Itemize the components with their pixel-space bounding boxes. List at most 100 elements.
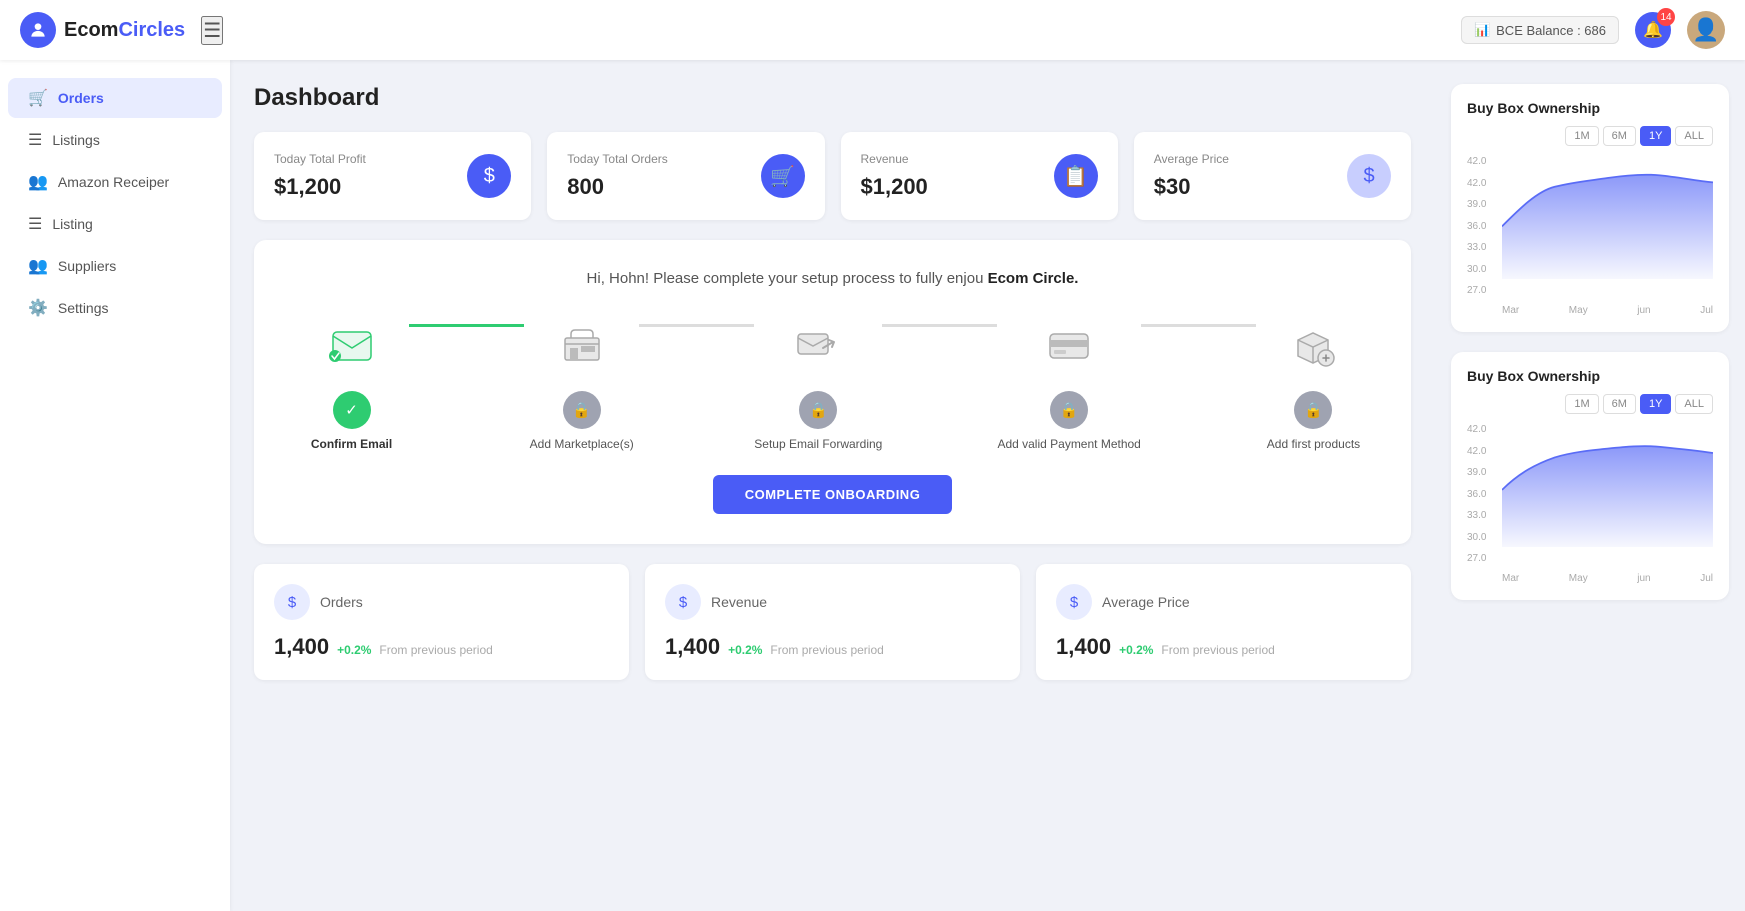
orders-dollar-icon: $ [274,584,310,620]
step-circle-locked: 🔒 [563,391,601,429]
orders-icon: 🛒 [28,88,48,108]
stat-value: $1,200 [861,174,928,200]
avgprice-dollar-icon: $ [1056,584,1092,620]
sidebar-item-listings[interactable]: ☰ Listings [8,120,222,160]
bottom-stat-number: 1,400 [274,634,329,660]
sidebar-item-label: Settings [58,300,109,316]
stat-value: $30 [1154,174,1229,200]
sidebar-item-suppliers[interactable]: 👥 Suppliers [8,246,222,286]
stat-label: Today Total Profit [274,152,366,166]
chart-title-1: Buy Box Ownership [1467,100,1713,116]
chart-svg-2 [1502,424,1713,547]
chart-filter-row-1: 1M 6M 1Y ALL [1467,126,1713,146]
bottom-stat-orders: $ Orders 1,400 +0.2% From previous perio… [254,564,629,680]
stat-card-orders: Today Total Orders 800 🛒 [547,132,824,220]
bottom-stat-name: Orders [320,594,363,610]
bottom-stat-number: 1,400 [1056,634,1111,660]
bottom-stat-avgprice: $ Average Price 1,400 +0.2% From previou… [1036,564,1411,680]
step-circle-locked: 🔒 [1294,391,1332,429]
step-email-forwarding: 🔒 Setup Email Forwarding [754,315,882,451]
sidebar-item-settings[interactable]: ⚙️ Settings [8,288,222,328]
filter2-6m-btn[interactable]: 6M [1603,394,1636,414]
filter-1m-btn[interactable]: 1M [1565,126,1598,146]
sidebar-item-label: Orders [58,90,104,106]
bottom-stat-revenue: $ Revenue 1,400 +0.2% From previous peri… [645,564,1020,680]
filter2-all-btn[interactable]: ALL [1675,394,1713,414]
step-connector-2 [639,324,754,327]
chart-x-labels-2: MarMayjunJul [1502,573,1713,584]
filter2-1m-btn[interactable]: 1M [1565,394,1598,414]
bottom-stats-row: $ Orders 1,400 +0.2% From previous perio… [254,564,1411,680]
stat-label: Average Price [1154,152,1229,166]
sidebar-item-orders[interactable]: 🛒 Orders [8,78,222,118]
sidebar-item-listing[interactable]: ☰ Listing [8,204,222,244]
notification-button[interactable]: 🔔 14 [1635,12,1671,48]
step-label: Confirm Email [311,437,392,451]
bottom-stat-name: Average Price [1102,594,1190,610]
step-payment: 🔒 Add valid Payment Method [997,315,1140,451]
bottom-stat-period: From previous period [770,643,883,657]
bottom-stat-period: From previous period [379,643,492,657]
onboarding-card: Hi, Hohn! Please complete your setup pro… [254,240,1411,544]
hamburger-button[interactable]: ☰ [201,16,223,45]
logo-brand: EcomCircles [64,19,185,42]
topnav-right: 📊 BCE Balance : 686 🔔 14 👤 [1461,11,1725,49]
chart-filter-row-2: 1M 6M 1Y ALL [1467,394,1713,414]
filter2-1y-btn[interactable]: 1Y [1640,394,1671,414]
step-connector-3 [882,324,997,327]
sidebar-item-label: Listings [52,132,99,148]
step-label: Add first products [1267,437,1360,451]
step-circle-locked: 🔒 [1050,391,1088,429]
listing-icon: ☰ [28,214,42,234]
suppliers-icon: 👥 [28,256,48,276]
logo-icon [20,12,56,48]
bottom-stat-change: +0.2% [728,643,762,657]
steps-container: ✓ Confirm Email 🔒 [294,315,1371,451]
filter-6m-btn[interactable]: 6M [1603,126,1636,146]
settings-icon: ⚙️ [28,298,48,318]
bce-balance: 📊 BCE Balance : 686 [1461,16,1619,44]
bottom-stat-number: 1,400 [665,634,720,660]
bottom-stat-change: +0.2% [337,643,371,657]
page-title: Dashboard [254,84,1411,112]
right-panel: Buy Box Ownership 1M 6M 1Y ALL 42.042.03… [1435,60,1745,911]
chart-svg-1 [1502,156,1713,279]
products-icon [1283,315,1343,375]
main-content: Dashboard Today Total Profit $1,200 $ To… [230,60,1435,911]
step-label: Add valid Payment Method [997,437,1140,451]
stat-icon-orders: 🛒 [761,154,805,198]
step-label: Setup Email Forwarding [754,437,882,451]
stat-value: $1,200 [274,174,366,200]
app-body: 🛒 Orders ☰ Listings 👥 Amazon Receiper ☰ … [0,60,1745,911]
chart-card-2: Buy Box Ownership 1M 6M 1Y ALL 42.042.03… [1451,352,1729,600]
stat-label: Today Total Orders [567,152,668,166]
step-confirm-email: ✓ Confirm Email [294,315,409,451]
bottom-stat-period: From previous period [1161,643,1274,657]
chart-title-2: Buy Box Ownership [1467,368,1713,384]
onboarding-greeting: Hi, Hohn! Please complete your setup pro… [294,270,1371,287]
top-navigation: EcomCircles ☰ 📊 BCE Balance : 686 🔔 14 👤 [0,0,1745,60]
complete-onboarding-button[interactable]: COMPLETE ONBOARDING [713,475,953,514]
step-label: Add Marketplace(s) [530,437,634,451]
revenue-dollar-icon: $ [665,584,701,620]
stat-card-revenue: Revenue $1,200 📋 [841,132,1118,220]
confirm-email-icon [322,315,382,375]
payment-icon [1039,315,1099,375]
sidebar: 🛒 Orders ☰ Listings 👥 Amazon Receiper ☰ … [0,60,230,911]
chart-y-labels-2: 42.042.039.036.033.030.027.0 [1467,424,1502,564]
chart-card-1: Buy Box Ownership 1M 6M 1Y ALL 42.042.03… [1451,84,1729,332]
stat-value: 800 [567,174,668,200]
filter-all-btn[interactable]: ALL [1675,126,1713,146]
bottom-stat-name: Revenue [711,594,767,610]
filter-1y-btn[interactable]: 1Y [1640,126,1671,146]
sidebar-item-amazon-receiper[interactable]: 👥 Amazon Receiper [8,162,222,202]
logo: EcomCircles [20,12,185,48]
step-connector-1 [409,324,524,327]
chart-y-labels-1: 42.042.039.036.033.030.027.0 [1467,156,1502,296]
sidebar-item-label: Listing [52,216,92,232]
bce-icon: 📊 [1474,22,1490,38]
chart-area-2: 42.042.039.036.033.030.027.0 MarMayjunJu… [1467,424,1713,584]
avatar[interactable]: 👤 [1687,11,1725,49]
stat-card-avgprice: Average Price $30 $ [1134,132,1411,220]
chart-x-labels-1: MarMayjunJul [1502,305,1713,316]
